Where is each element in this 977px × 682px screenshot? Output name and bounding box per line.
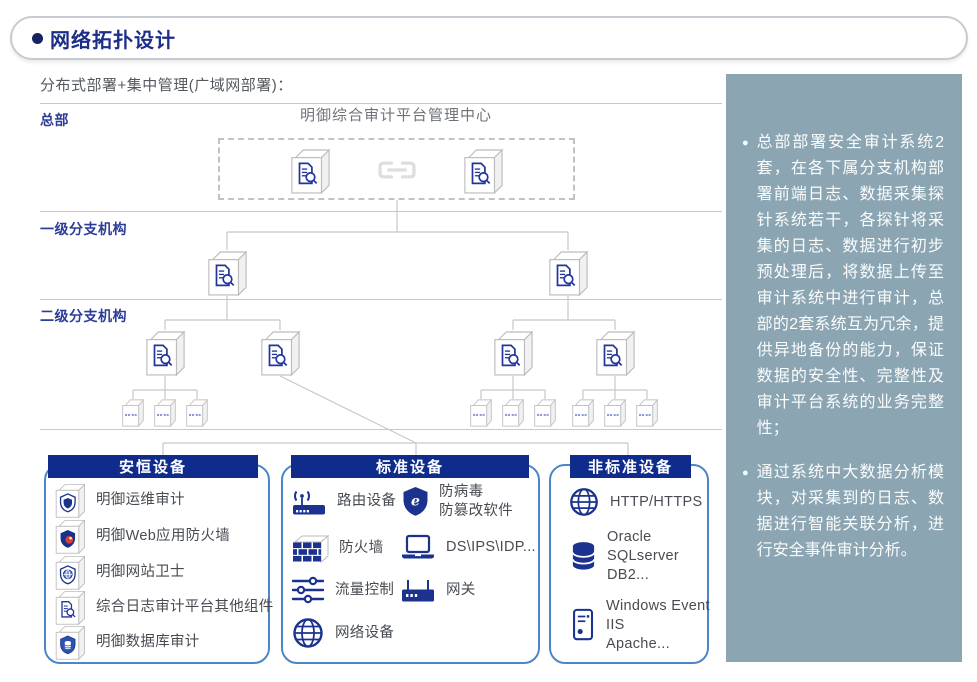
data-collector-cube-icon — [602, 398, 628, 428]
db-audit-shield-icon — [54, 624, 86, 661]
svg-text:e: e — [411, 494, 420, 510]
data-collector-cube-icon — [184, 398, 210, 428]
list-item: 明御数据库审计 — [54, 624, 200, 661]
protocol-label: HTTP/HTTPS — [610, 493, 702, 512]
sidebar-bullet-2: ● 通过系统中大数据分析模块，对采集到的日志、数据进行智能关联分析，进行安全事件… — [742, 460, 944, 564]
server-label: Windows Event IIS Apache... — [606, 597, 710, 654]
audit-server-cube-icon — [547, 249, 589, 297]
list-item: HTTP/HTTPS — [568, 486, 702, 518]
audit-server-cube-icon — [594, 329, 636, 377]
data-collector-cube-icon — [500, 398, 526, 428]
list-item: 综合日志审计平台其他组件 — [54, 589, 274, 626]
device-label: 明御网站卫士 — [96, 563, 185, 582]
device-label: 明御Web应用防火墙 — [96, 527, 230, 546]
list-item: 防火墙 — [291, 532, 383, 565]
row-label-level2-branch: 二级分支机构 — [40, 306, 127, 326]
audit-server-cube-icon — [259, 329, 301, 377]
firewall-icon — [291, 532, 329, 565]
list-item: Oracle SQLserver DB2... — [570, 528, 679, 585]
list-item: DS\IPS\IDP... — [400, 534, 536, 561]
flow-control-icon — [291, 576, 325, 604]
list-item: Windows Event IIS Apache... — [571, 597, 710, 654]
device-label: 路由设备 — [337, 492, 396, 511]
list-item: 网关 — [400, 577, 476, 604]
list-item: 流量控制 — [291, 576, 394, 604]
database-icon — [570, 540, 597, 573]
data-collector-cube-icon — [468, 398, 494, 428]
audit-server-cube-icon — [144, 329, 186, 377]
device-label: 明御数据库审计 — [96, 633, 200, 652]
network-globe-icon — [291, 616, 325, 650]
slide-canvas: 网络拓扑设计 分布式部署+集中管理(广域网部署)： 总部 一级分支机构 二级分支… — [0, 0, 977, 682]
data-collector-cube-icon — [152, 398, 178, 428]
data-collector-cube-icon — [532, 398, 558, 428]
data-collector-cube-icon — [120, 398, 146, 428]
device-label: 综合日志审计平台其他组件 — [96, 598, 274, 617]
audit-server-cube-icon — [462, 147, 504, 195]
sidebar-text: 总部部署安全审计系统2套，在各下属分支机构部署前端日志、数据采集探针系统若干，各… — [757, 130, 944, 442]
device-label: 网关 — [446, 581, 476, 600]
http-globe-icon — [568, 486, 600, 518]
device-label: 防火墙 — [339, 539, 383, 558]
redundancy-link-icon — [374, 159, 420, 181]
database-label: Oracle SQLserver DB2... — [607, 528, 679, 585]
group-header-nonstandard: 非标准设备 — [570, 455, 691, 478]
list-item: e 防病毒 防篡改软件 — [402, 483, 513, 521]
device-label: 网络设备 — [335, 624, 394, 643]
list-item: 明御运维审计 — [54, 482, 185, 519]
device-label: 防病毒 防篡改软件 — [439, 483, 513, 521]
audit-server-cube-icon — [492, 329, 534, 377]
audit-server-cube-icon — [206, 249, 248, 297]
gateway-icon — [400, 577, 436, 604]
antivirus-shield-icon: e — [402, 486, 429, 517]
router-icon — [291, 486, 327, 516]
notes-sidebar: ● 总部部署安全审计系统2套，在各下属分支机构部署前端日志、数据采集探针系统若干… — [726, 74, 962, 662]
bullet-dot-icon: ● — [742, 130, 749, 442]
ops-audit-shield-icon — [54, 482, 86, 519]
waf-shield-icon — [54, 518, 86, 555]
row-label-level1-branch: 一级分支机构 — [40, 219, 127, 239]
list-item: 明御Web应用防火墙 — [54, 518, 230, 555]
log-audit-doc-icon — [54, 589, 86, 626]
list-item: 明御网站卫士 — [54, 554, 185, 591]
sidebar-bullet-1: ● 总部部署安全审计系统2套，在各下属分支机构部署前端日志、数据采集探针系统若干… — [742, 130, 944, 442]
website-guard-shield-icon — [54, 554, 86, 591]
server-tower-icon — [571, 608, 596, 642]
bullet-dot-icon: ● — [742, 460, 749, 564]
data-collector-cube-icon — [570, 398, 596, 428]
row-label-headquarters: 总部 — [40, 110, 69, 130]
device-label: 明御运维审计 — [96, 491, 185, 510]
audit-server-cube-icon — [289, 147, 331, 195]
laptop-icon — [400, 534, 436, 561]
list-item: 网络设备 — [291, 616, 394, 650]
group-header-anheng: 安恒设备 — [48, 455, 258, 478]
group-header-standard: 标准设备 — [291, 455, 529, 478]
data-collector-cube-icon — [634, 398, 660, 428]
device-label: 流量控制 — [335, 581, 394, 600]
sidebar-text: 通过系统中大数据分析模块，对采集到的日志、数据进行智能关联分析，进行安全事件审计… — [757, 460, 944, 564]
device-label: DS\IPS\IDP... — [446, 538, 536, 557]
hq-platform-title: 明御综合审计平台管理中心 — [216, 104, 576, 125]
list-item: 路由设备 — [291, 486, 396, 516]
